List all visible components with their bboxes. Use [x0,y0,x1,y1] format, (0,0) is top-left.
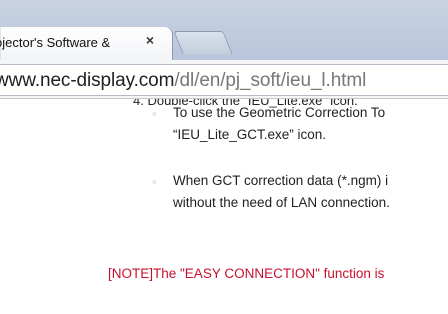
tab-title: ojector's Software & [0,35,111,50]
bullet-2-line-1: When GCT correction data (*.ngm) i [173,173,389,188]
bullet-marker: ◦ [152,106,157,121]
new-tab-button[interactable] [173,31,233,54]
bullet-2-line-2: without the need of LAN connection. [173,195,390,210]
page-content: 4. Double-click the “IEU_Lite.exe” icon.… [0,99,448,314]
browser-tab-active[interactable]: ojector's Software & × [0,27,173,60]
url-text: www.nec-display.com/dl/en/pj_soft/ieu_l.… [0,70,366,92]
bullet-marker: ◦ [152,174,157,189]
bullet-1-line-2: “IEU_Lite_GCT.exe” icon. [173,127,327,142]
browser-tabstrip: ojector's Software & × [0,0,448,60]
address-bar[interactable]: www.nec-display.com/dl/en/pj_soft/ieu_l.… [0,64,448,96]
close-icon[interactable]: × [142,32,158,48]
browser-toolbar: www.nec-display.com/dl/en/pj_soft/ieu_l.… [0,60,448,99]
bullet-1-line-1: To use the Geometric Correction To [173,105,386,120]
url-host: www.nec-display.com [0,70,175,91]
note-text: [NOTE]The "EASY CONNECTION" function is [108,266,385,281]
url-path: /dl/en/pj_soft/ieu_l.html [174,70,367,91]
